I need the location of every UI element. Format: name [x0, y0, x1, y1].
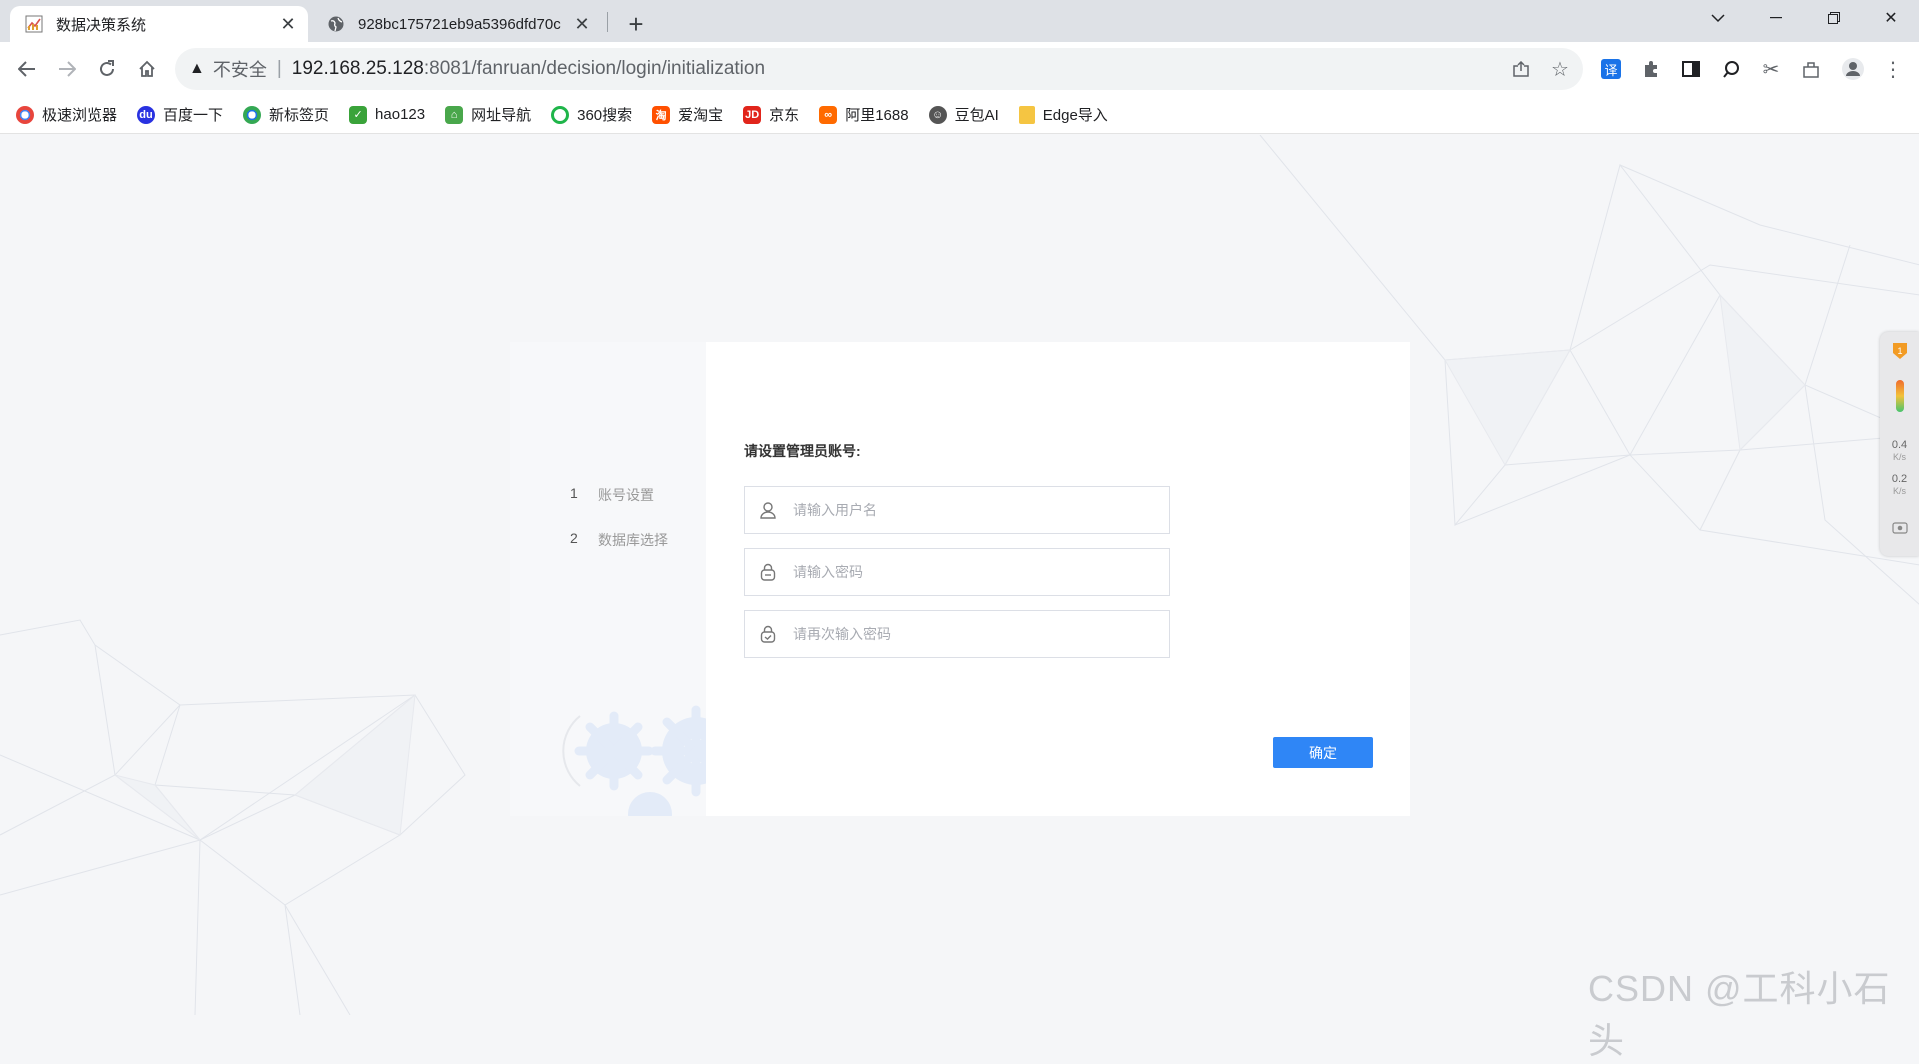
scissors-icon[interactable]: ✂ [1754, 52, 1788, 86]
close-tab-icon[interactable]: ✕ [276, 12, 300, 36]
share-icon[interactable] [1504, 48, 1538, 90]
bookmark-label: 豆包AI [954, 107, 999, 124]
tab-title: 928bc175721eb9a5396dfd70c [358, 15, 561, 33]
chart-favicon-icon [24, 14, 44, 34]
back-button[interactable] [10, 52, 44, 86]
username-input[interactable] [791, 501, 1169, 519]
password-field[interactable] [744, 548, 1170, 596]
browser-toolbar: ▲ 不安全 | 192.168.25.128:8081/fanruan/deci… [0, 42, 1919, 96]
bookmark-label: 百度一下 [163, 107, 224, 124]
bookmark-label: hao123 [375, 106, 426, 123]
restore-button[interactable] [1806, 0, 1862, 36]
setup-card: 1 账号设置 2 数据库选择 请设置管理员账号: 请输入用户名 确定 [510, 342, 1410, 816]
user-icon [745, 501, 791, 519]
home-button[interactable] [130, 52, 164, 86]
tab-title: 数据决策系统 [56, 16, 147, 34]
step-label: 数据库选择 [598, 532, 668, 548]
bookmark-label: 爱淘宝 [678, 107, 724, 124]
bookmark-star-icon[interactable]: ☆ [1543, 48, 1577, 90]
upload-speed: 0.4 [1891, 439, 1908, 451]
bookmark-item[interactable]: 新标签页 [243, 104, 329, 125]
tab-separator [607, 12, 608, 32]
extensions-puzzle-icon[interactable] [1634, 52, 1668, 86]
close-window-button[interactable]: ✕ [1863, 0, 1919, 36]
svg-text:1: 1 [1897, 346, 1902, 356]
bookmark-item[interactable]: ☺ 豆包AI [928, 104, 999, 125]
steps-panel: 1 账号设置 2 数据库选择 [510, 342, 706, 816]
insecure-label[interactable]: 不安全 [213, 56, 267, 82]
page-content: 1 账号设置 2 数据库选择 请设置管理员账号: 请输入用户名 确定 1 0.4… [0, 135, 1919, 1015]
confirm-password-field[interactable] [744, 610, 1170, 658]
bookmark-item[interactable]: 360搜索 [551, 104, 632, 125]
side-panel-icon[interactable] [1674, 52, 1708, 86]
forward-button[interactable] [50, 52, 84, 86]
bookmark-item[interactable]: 极速浏览器 [16, 104, 117, 125]
globe-icon [326, 14, 346, 34]
close-tab-icon[interactable]: ✕ [570, 12, 594, 36]
more-menu-icon[interactable]: ⋮ [1876, 52, 1910, 86]
bookmark-label: 360搜索 [577, 107, 633, 124]
profile-avatar-icon[interactable] [1836, 52, 1870, 86]
bookmark-label: Edge导入 [1042, 107, 1108, 124]
tab-search-chevron-icon[interactable] [1690, 0, 1746, 36]
step-number: 2 [570, 530, 578, 546]
step-database-select[interactable]: 2 数据库选择 [570, 530, 668, 550]
upload-speed-unit: K/s [1892, 452, 1906, 462]
chrome-icon [16, 105, 34, 124]
reload-button[interactable] [90, 52, 124, 86]
app-store-icon[interactable] [1794, 52, 1828, 86]
download-speed-unit: K/s [1892, 486, 1906, 496]
bookmark-item[interactable]: du 百度一下 [137, 104, 223, 125]
step-account-setup[interactable]: 1 账号设置 [570, 485, 654, 505]
minimize-button[interactable] [1748, 0, 1804, 36]
address-bar[interactable]: ▲ 不安全 | 192.168.25.128:8081/fanruan/deci… [175, 48, 1583, 90]
doubao-avatar-icon: ☺ [928, 105, 947, 124]
tab-strip: 数据决策系统 ✕ 928bc175721eb9a5396dfd70c ✕ + ✕ [0, 0, 1919, 42]
hao123-icon: ✓ [349, 105, 368, 124]
chrome-icon [243, 105, 262, 124]
step-number: 1 [570, 485, 578, 501]
bookmark-item[interactable]: ✓ hao123 [349, 105, 426, 124]
url-path: :8081/fanruan/decision/login/initializat… [423, 58, 766, 79]
search-icon[interactable] [1714, 52, 1748, 86]
bookmark-label: 网址导航 [471, 107, 532, 124]
csdn-watermark: CSDN @工科小石头 [1588, 968, 1891, 1061]
confirm-button[interactable]: 确定 [1273, 737, 1373, 768]
gears-decoration-icon [562, 705, 706, 816]
confirm-password-input[interactable] [791, 625, 1169, 643]
tab-active[interactable]: 数据决策系统 ✕ [10, 6, 308, 42]
jd-icon: JD [743, 105, 762, 124]
taobao-icon: 淘 [652, 105, 671, 124]
tab-inactive[interactable]: 928bc175721eb9a5396dfd70c ✕ [312, 6, 602, 42]
translate-icon[interactable]: 译 [1594, 52, 1628, 86]
bookmark-item[interactable]: ⌂ 网址导航 [445, 104, 531, 125]
house-icon: ⌂ [445, 105, 464, 124]
baidu-paw-icon: du [137, 105, 156, 124]
step-label: 账号设置 [598, 487, 654, 503]
username-field[interactable] [744, 486, 1170, 534]
bookmarks-bar: 极速浏览器 du 百度一下 新标签页 ✓ hao123 ⌂ 网址导航 360搜索 淘爱… [0, 96, 1919, 134]
alibaba-icon: ∞ [819, 105, 838, 124]
address-divider: | [276, 58, 282, 79]
bookmark-item[interactable]: 淘爱淘宝 [652, 104, 723, 125]
bookmark-label: 阿里1688 [845, 107, 909, 124]
360-search-icon [551, 105, 570, 124]
network-monitor-widget[interactable]: 1 0.4 K/s 0.2 K/s [1880, 332, 1919, 556]
lock-icon [745, 563, 791, 581]
bookmark-item[interactable]: Edge导入 [1018, 104, 1108, 125]
new-tab-button[interactable]: + [620, 8, 652, 40]
bookmark-label: 极速浏览器 [42, 107, 118, 124]
warning-icon[interactable]: ▲ [189, 60, 205, 78]
bookmark-item[interactable]: ∞ 阿里1688 [819, 104, 909, 125]
password-input[interactable] [791, 563, 1169, 581]
folder-icon [1018, 105, 1035, 124]
url-host: 192.168.25.128 [291, 58, 424, 79]
bookmark-label: 京东 [769, 107, 800, 124]
form-title: 请设置管理员账号: [744, 443, 861, 459]
lock-check-icon [745, 625, 791, 643]
bookmark-item[interactable]: JD 京东 [743, 104, 799, 125]
bookmark-label: 新标签页 [269, 107, 330, 124]
download-speed: 0.2 [1891, 473, 1908, 485]
